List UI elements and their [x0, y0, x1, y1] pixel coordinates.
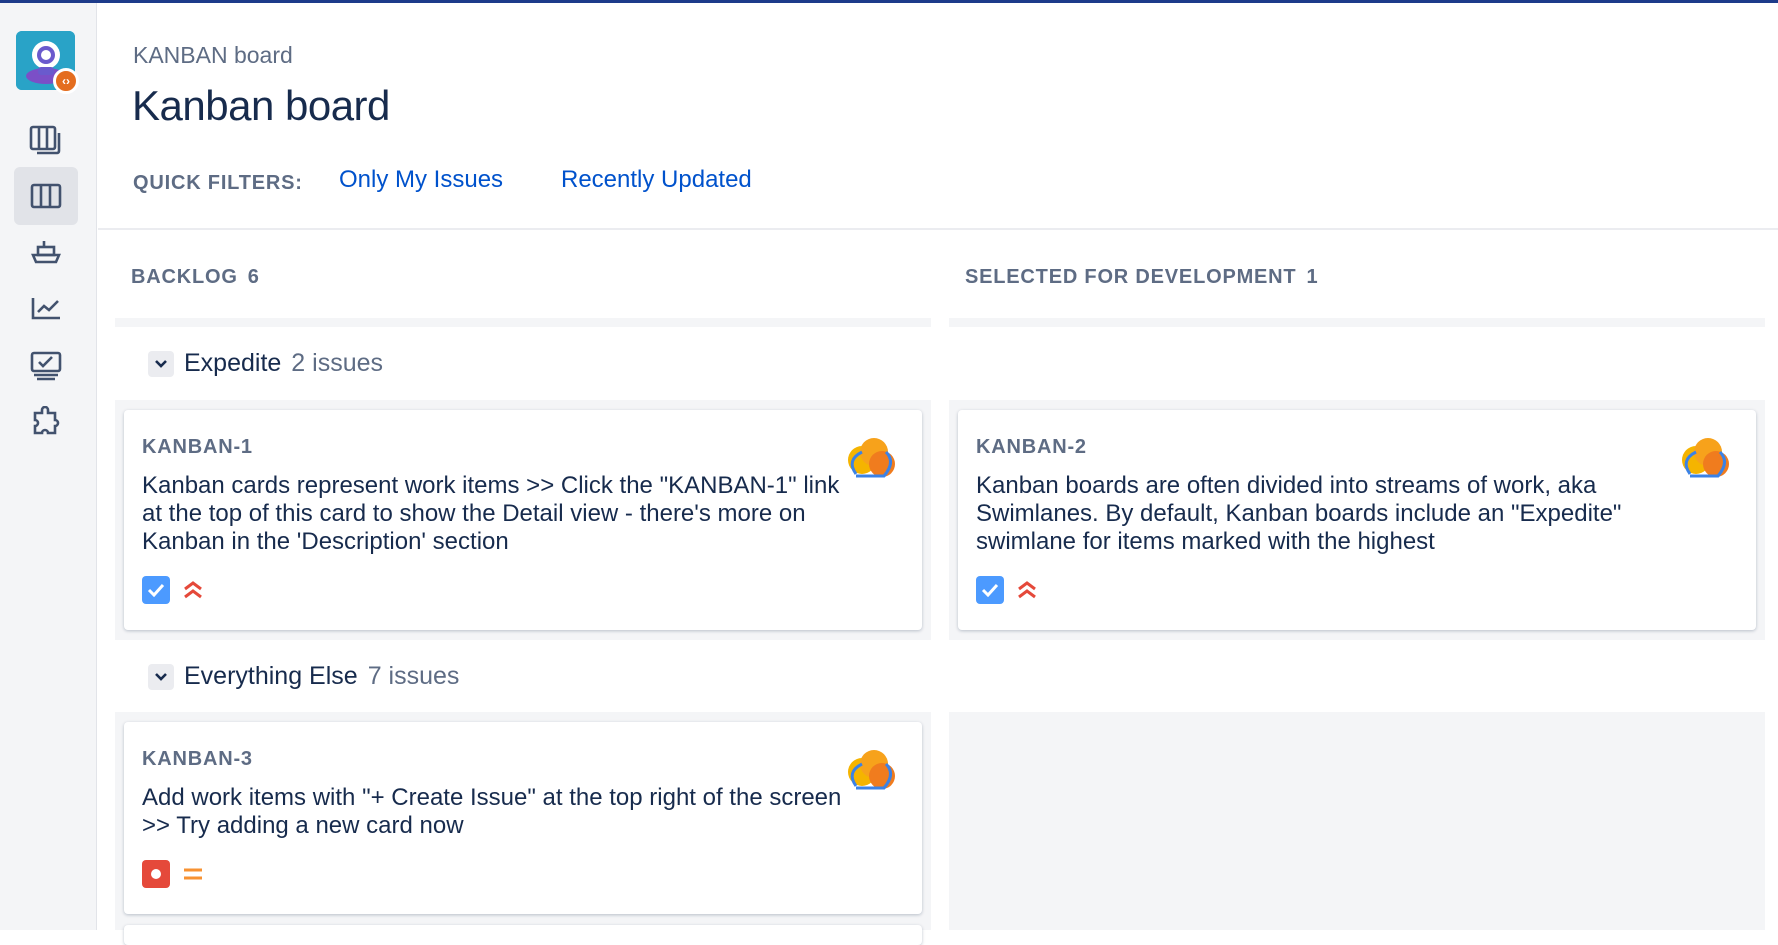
breadcrumb[interactable]: KANBAN board: [133, 42, 293, 69]
swimlane-name: Expedite: [184, 349, 282, 377]
project-avatar-icon[interactable]: ‹›: [16, 31, 79, 94]
assignee-avatar-icon: [842, 434, 898, 480]
column-header-selected-for-development: SELECTED FOR DEVELOPMENT 1: [965, 266, 1318, 289]
priority-highest-icon: [180, 576, 206, 604]
bug-type-icon: [142, 860, 170, 888]
column-name: SELECTED FOR DEVELOPMENT: [965, 266, 1297, 288]
issue-card[interactable]: KANBAN-3 Add work items with "+ Create I…: [124, 722, 922, 914]
page-title: Kanban board: [132, 82, 390, 129]
task-type-icon: [976, 576, 1004, 604]
priority-medium-icon: [180, 860, 206, 888]
priority-highest-icon: [1014, 576, 1040, 604]
column-strip-backlog: [115, 318, 931, 327]
task-type-icon: [142, 576, 170, 604]
filter-recently-updated[interactable]: Recently Updated: [561, 166, 752, 194]
issue-summary: Kanban boards are often divided into str…: [976, 472, 1622, 555]
sidebar: ‹›: [0, 3, 97, 930]
swimlane-header-everything-else[interactable]: Everything Else 7 issues: [148, 662, 459, 691]
quick-filters-label: QUICK FILTERS:: [133, 172, 303, 194]
chevron-down-icon[interactable]: [148, 663, 174, 690]
issue-card[interactable]: KANBAN-2 Kanban boards are often divided…: [958, 410, 1756, 630]
column-header-backlog: BACKLOG 6: [131, 266, 260, 289]
reports-icon[interactable]: [14, 279, 78, 337]
swimlane-name: Everything Else: [184, 662, 358, 690]
filter-only-my-issues[interactable]: Only My Issues: [339, 166, 503, 194]
swimlane-count: 2 issues: [291, 349, 384, 377]
lane-cell-everything-else-selected: [949, 712, 1765, 930]
issue-card-partial[interactable]: [124, 925, 922, 945]
assignee-avatar-icon: [1676, 434, 1732, 480]
column-count: 1: [1306, 266, 1319, 288]
issue-summary: Kanban cards represent work items >> Cli…: [142, 472, 840, 555]
swimlane-header-expedite[interactable]: Expedite 2 issues: [148, 349, 383, 378]
column-count: 6: [247, 266, 260, 288]
backlog-icon[interactable]: [14, 111, 78, 169]
issue-key[interactable]: KANBAN-1: [142, 436, 253, 459]
swimlane-count: 7 issues: [367, 662, 460, 690]
top-accent-bar: [0, 0, 1778, 3]
issues-icon[interactable]: [14, 337, 78, 395]
board-icon[interactable]: [14, 167, 78, 225]
issue-summary: Add work items with "+ Create Issue" at …: [142, 784, 842, 839]
assignee-avatar-icon: [842, 746, 898, 792]
column-name: BACKLOG: [131, 266, 238, 288]
column-strip-selected: [949, 318, 1765, 327]
issue-key[interactable]: KANBAN-2: [976, 436, 1087, 459]
issue-key[interactable]: KANBAN-3: [142, 748, 253, 771]
issue-card[interactable]: KANBAN-1 Kanban cards represent work ite…: [124, 410, 922, 630]
header-divider: [98, 228, 1778, 230]
addons-icon[interactable]: [14, 393, 78, 451]
releases-icon[interactable]: [14, 223, 78, 281]
chevron-down-icon[interactable]: [148, 350, 174, 377]
code-badge-icon: ‹›: [53, 68, 79, 94]
